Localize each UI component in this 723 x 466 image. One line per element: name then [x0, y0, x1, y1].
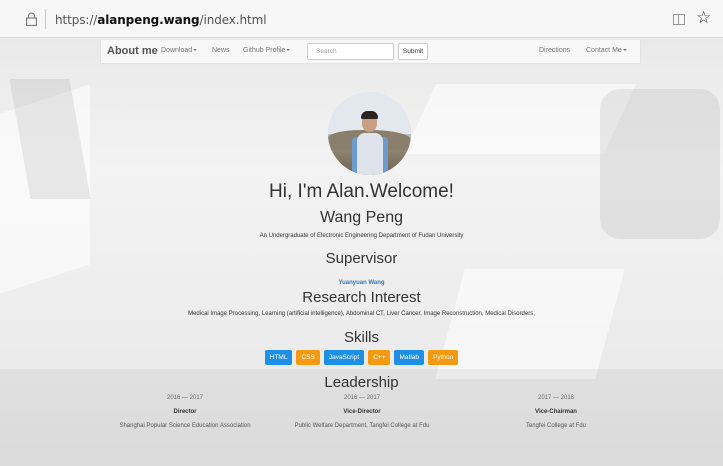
leadership-entry: 2016 — 2017 Director Shanghai Popular Sc…	[85, 395, 285, 429]
search-input[interactable]: Search	[307, 43, 394, 60]
leadership-org: Shanghai Popular Science Education Assoc…	[119, 423, 251, 429]
supervisor-name[interactable]: Yuanyuan Wang	[0, 271, 723, 289]
favorite-star-icon[interactable]: ☆	[696, 8, 711, 28]
browser-toolbar: https://alanpeng.wang/index.html ☆	[0, 0, 723, 38]
skill-badge: Python	[428, 350, 459, 365]
leadership-role: Director	[173, 409, 197, 415]
leadership-period: 2016 — 2017	[166, 395, 204, 401]
leadership-org: Tengfei College at Fdu	[525, 423, 587, 429]
submit-button[interactable]: Submit	[398, 43, 428, 60]
leadership-heading: Leadership	[324, 374, 399, 391]
leadership-period: 2017 — 2018	[537, 395, 575, 401]
skill-badge: CSS	[296, 350, 320, 365]
url-domain: alanpeng.wang	[97, 13, 200, 27]
caret-down-icon	[622, 49, 627, 52]
supervisor-heading: Supervisor	[325, 250, 398, 267]
supervisor-link[interactable]: Yuanyuan Wang	[338, 280, 384, 286]
nav-github-label: Github Profile	[243, 47, 286, 54]
leadership-entry: 2017 — 2018 Vice-Chairman Tengfei Colleg…	[456, 395, 656, 429]
caret-down-icon	[193, 49, 198, 52]
leadership-role: Vice-Director	[343, 409, 381, 415]
leadership-period: 2016 — 2017	[343, 395, 381, 401]
url-path: /index.html	[199, 13, 267, 27]
nav-contact-label: Contact Me	[586, 47, 622, 54]
leadership-entry: 2016 — 2017 Vice-Director Public Welfare…	[262, 395, 462, 429]
nav-brand[interactable]: About me	[107, 45, 158, 57]
skill-badge: JavaScript	[323, 350, 365, 365]
welcome-heading: Hi, I'm Alan.Welcome!	[269, 181, 454, 202]
lock-icon[interactable]	[26, 12, 37, 26]
affiliation-text: An Undergraduate of Electronic Engineeri…	[259, 233, 464, 239]
nav-github[interactable]: Github Profile	[243, 47, 291, 54]
nav-directions[interactable]: Directions	[539, 47, 570, 54]
leadership-role: Vice-Chairman	[535, 409, 577, 415]
reading-view-icon[interactable]	[673, 14, 685, 25]
leadership-org: Public Welfare Department, Tangfei Colle…	[294, 423, 430, 429]
skill-badge: Matlab	[394, 350, 424, 365]
nav-news[interactable]: News	[212, 47, 230, 54]
skill-badge: C++	[368, 350, 391, 365]
name-heading: Wang Peng	[319, 209, 403, 226]
nav-download[interactable]: Download	[161, 47, 198, 54]
address-bar[interactable]: https://alanpeng.wang/index.html	[55, 13, 267, 27]
skill-badge: HTML	[264, 350, 293, 365]
research-heading: Research Interest	[302, 289, 421, 306]
site-navbar: About me Download News Github Profile Se…	[100, 40, 641, 64]
url-divider	[45, 9, 46, 29]
research-text: Medical Image Processing, Learning (arti…	[188, 311, 535, 317]
nav-download-label: Download	[161, 47, 193, 54]
url-prefix: https://	[55, 13, 98, 27]
skills-list: HTML CSS JavaScript C++ Matlab Python	[0, 350, 723, 365]
web-page: About me Download News Github Profile Se…	[0, 39, 723, 466]
caret-down-icon	[286, 49, 291, 52]
avatar	[328, 92, 411, 175]
nav-contact[interactable]: Contact Me	[586, 47, 627, 54]
skills-heading: Skills	[343, 329, 379, 346]
